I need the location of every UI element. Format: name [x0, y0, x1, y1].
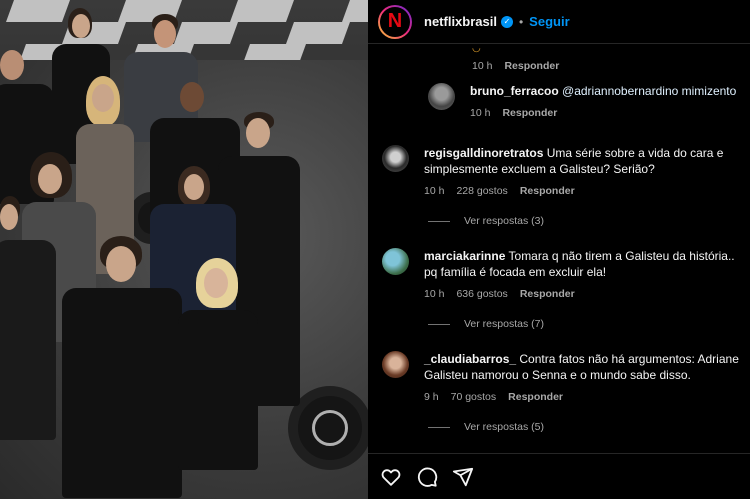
reply-button[interactable]: Responder [520, 185, 575, 197]
comment-icon[interactable] [416, 466, 438, 488]
comment-likes[interactable]: 70 gostos [451, 391, 497, 403]
view-replies-label: Ver respostas (3) [464, 215, 544, 227]
comment: marciakarinne Tomara q não tirem a Galis… [382, 248, 750, 300]
avatar[interactable] [382, 248, 409, 275]
comments-list[interactable]: ◡ 10 h Responder bruno_ferracoo @adriann… [368, 45, 750, 453]
comment: _claudiabarros_ Contra fatos não há argu… [382, 351, 742, 403]
comment-partial: ◡ [472, 45, 481, 54]
separator-dot: • [518, 14, 524, 29]
tire-right [288, 386, 368, 470]
reply-button[interactable]: Responder [520, 288, 575, 300]
view-replies-button[interactable]: Ver respostas (3) [428, 215, 544, 227]
share-icon[interactable] [452, 466, 474, 488]
comment-likes[interactable]: 636 gostos [456, 288, 507, 300]
netflix-logo-icon: N [387, 10, 403, 32]
comment-text: @adriannobernardino mimizento [562, 84, 737, 98]
comment-likes[interactable]: 228 gostos [456, 185, 507, 197]
avatar[interactable] [382, 351, 409, 378]
comment-time: 10 h [472, 60, 493, 72]
view-replies-label: Ver respostas (5) [464, 421, 544, 433]
verified-badge-icon: ✓ [500, 15, 513, 28]
reply-button[interactable]: Responder [502, 107, 557, 119]
account-avatar[interactable]: N [378, 4, 412, 39]
comment-reply: bruno_ferracoo @adriannobernardino mimiz… [428, 83, 746, 119]
avatar[interactable] [428, 83, 455, 110]
post-header: N netflixbrasil ✓ • Seguir [368, 0, 750, 44]
comment-time: 9 h [424, 391, 439, 403]
avatar[interactable] [382, 145, 409, 172]
view-replies-button[interactable]: Ver respostas (7) [428, 318, 544, 330]
reply-button[interactable]: Responder [504, 60, 559, 72]
comment-meta: 10 h Responder [472, 60, 559, 72]
comment-time: 10 h [424, 288, 445, 300]
comment-username[interactable]: _claudiabarros_ [424, 352, 516, 366]
view-replies-label: Ver respostas (7) [464, 318, 544, 330]
comment-username[interactable]: regisgalldinoretratos [424, 146, 543, 160]
comment-time: 10 h [424, 185, 445, 197]
post-image[interactable] [0, 0, 368, 499]
account-username[interactable]: netflixbrasil [424, 14, 497, 29]
comment: regisgalldinoretratos Uma série sobre a … [382, 145, 742, 197]
divider-line [428, 426, 450, 428]
comment-username[interactable]: marciakarinne [424, 249, 505, 263]
view-replies-button[interactable]: Ver respostas (5) [428, 421, 544, 433]
emoji-partial: ◡ [472, 45, 481, 54]
comment-time: 10 h [470, 107, 491, 119]
divider-line [428, 220, 450, 222]
follow-button[interactable]: Seguir [529, 14, 569, 29]
reply-button[interactable]: Responder [508, 391, 563, 403]
heart-icon[interactable] [380, 466, 402, 488]
post-detail-panel: N netflixbrasil ✓ • Seguir ◡ 10 h Respon… [368, 0, 750, 499]
comment-username[interactable]: bruno_ferracoo [470, 84, 559, 98]
post-actions-bar [368, 453, 750, 499]
divider-line [428, 323, 450, 325]
